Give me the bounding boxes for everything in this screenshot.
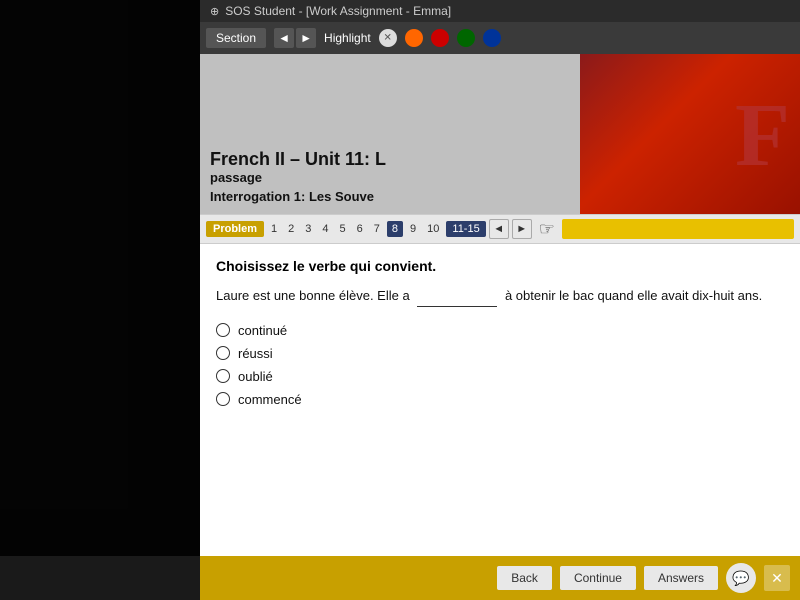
color-orange[interactable] [405, 29, 423, 47]
question-text-before: Laure est une bonne élève. Elle a [216, 288, 410, 303]
page-10[interactable]: 10 [423, 221, 443, 237]
window-title: SOS Student - [Work Assignment - Emma] [225, 4, 451, 18]
section-label: Interrogation 1: Les Souve [210, 189, 386, 204]
radio-1 [216, 323, 230, 337]
radio-4 [216, 392, 230, 406]
page-4[interactable]: 4 [318, 221, 332, 237]
answer-options: continué réussi oublié commencé [216, 323, 784, 407]
continue-button[interactable]: Continue [560, 566, 636, 590]
nav-controls: ◄ ► [274, 28, 316, 48]
option-4-label: commencé [238, 392, 302, 407]
dark-overlay [0, 0, 200, 600]
nav-prev-button[interactable]: ◄ [274, 28, 294, 48]
option-3-label: oublié [238, 369, 273, 384]
back-button[interactable]: Back [497, 566, 552, 590]
main-content: ⊕ SOS Student - [Work Assignment - Emma]… [200, 0, 800, 600]
radio-3 [216, 369, 230, 383]
answers-button[interactable]: Answers [644, 566, 718, 590]
red-banner: F [580, 54, 800, 214]
question-text-after: à obtenir le bac quand elle avait dix-hu… [505, 288, 762, 303]
question-text: Laure est une bonne élève. Elle a à obte… [216, 286, 784, 307]
cursor-indicator: ☞ [539, 219, 555, 240]
page-5[interactable]: 5 [336, 221, 350, 237]
question-area: Choisissez le verbe qui convient. Laure … [200, 244, 800, 600]
option-4[interactable]: commencé [216, 392, 784, 407]
page-9[interactable]: 9 [406, 221, 420, 237]
option-2[interactable]: réussi [216, 346, 784, 361]
radio-2 [216, 346, 230, 360]
sos-icon: ⊕ [210, 5, 219, 18]
page-1[interactable]: 1 [267, 221, 281, 237]
section-button[interactable]: Section [206, 28, 266, 48]
course-title-overlay: French II – Unit 11: L passage Interroga… [210, 149, 386, 204]
option-1[interactable]: continué [216, 323, 784, 338]
color-red[interactable] [431, 29, 449, 47]
option-3[interactable]: oublié [216, 369, 784, 384]
highlight-label: Highlight [324, 31, 371, 45]
question-instruction: Choisissez le verbe qui convient. [216, 258, 784, 274]
page-nav-next[interactable]: ► [512, 219, 532, 239]
option-1-label: continué [238, 323, 287, 338]
course-title: French II – Unit 11: L [210, 149, 386, 170]
page-2[interactable]: 2 [284, 221, 298, 237]
title-bar: ⊕ SOS Student - [Work Assignment - Emma] [200, 0, 800, 22]
close-button[interactable]: ✕ [764, 565, 790, 591]
color-eraser[interactable] [379, 29, 397, 47]
bottom-toolbar: Back Continue Answers 💬 ✕ [200, 556, 800, 600]
page-3[interactable]: 3 [301, 221, 315, 237]
nav-next-button[interactable]: ► [296, 28, 316, 48]
color-green[interactable] [457, 29, 475, 47]
chat-button[interactable]: 💬 [726, 563, 756, 593]
chat-icon: 💬 [732, 570, 749, 587]
answer-blank [417, 286, 497, 307]
image-area: F French II – Unit 11: L passage Interro… [200, 54, 800, 214]
course-subtitle: passage [210, 170, 386, 185]
page-7[interactable]: 7 [370, 221, 384, 237]
page-nav-prev[interactable]: ◄ [489, 219, 509, 239]
page-6[interactable]: 6 [353, 221, 367, 237]
page-8[interactable]: 8 [387, 221, 403, 237]
problem-nav: Problem 1 2 3 4 5 6 7 8 9 10 11-15 ◄ ► ☞ [200, 214, 800, 244]
bottom-left-dark [0, 556, 200, 600]
progress-bar [562, 219, 794, 239]
option-2-label: réussi [238, 346, 273, 361]
toolbar: Section ◄ ► Highlight [200, 22, 800, 54]
color-blue[interactable] [483, 29, 501, 47]
decorative-letter: F [735, 84, 790, 187]
page-11-15[interactable]: 11-15 [446, 221, 485, 237]
problem-label: Problem [206, 221, 264, 237]
